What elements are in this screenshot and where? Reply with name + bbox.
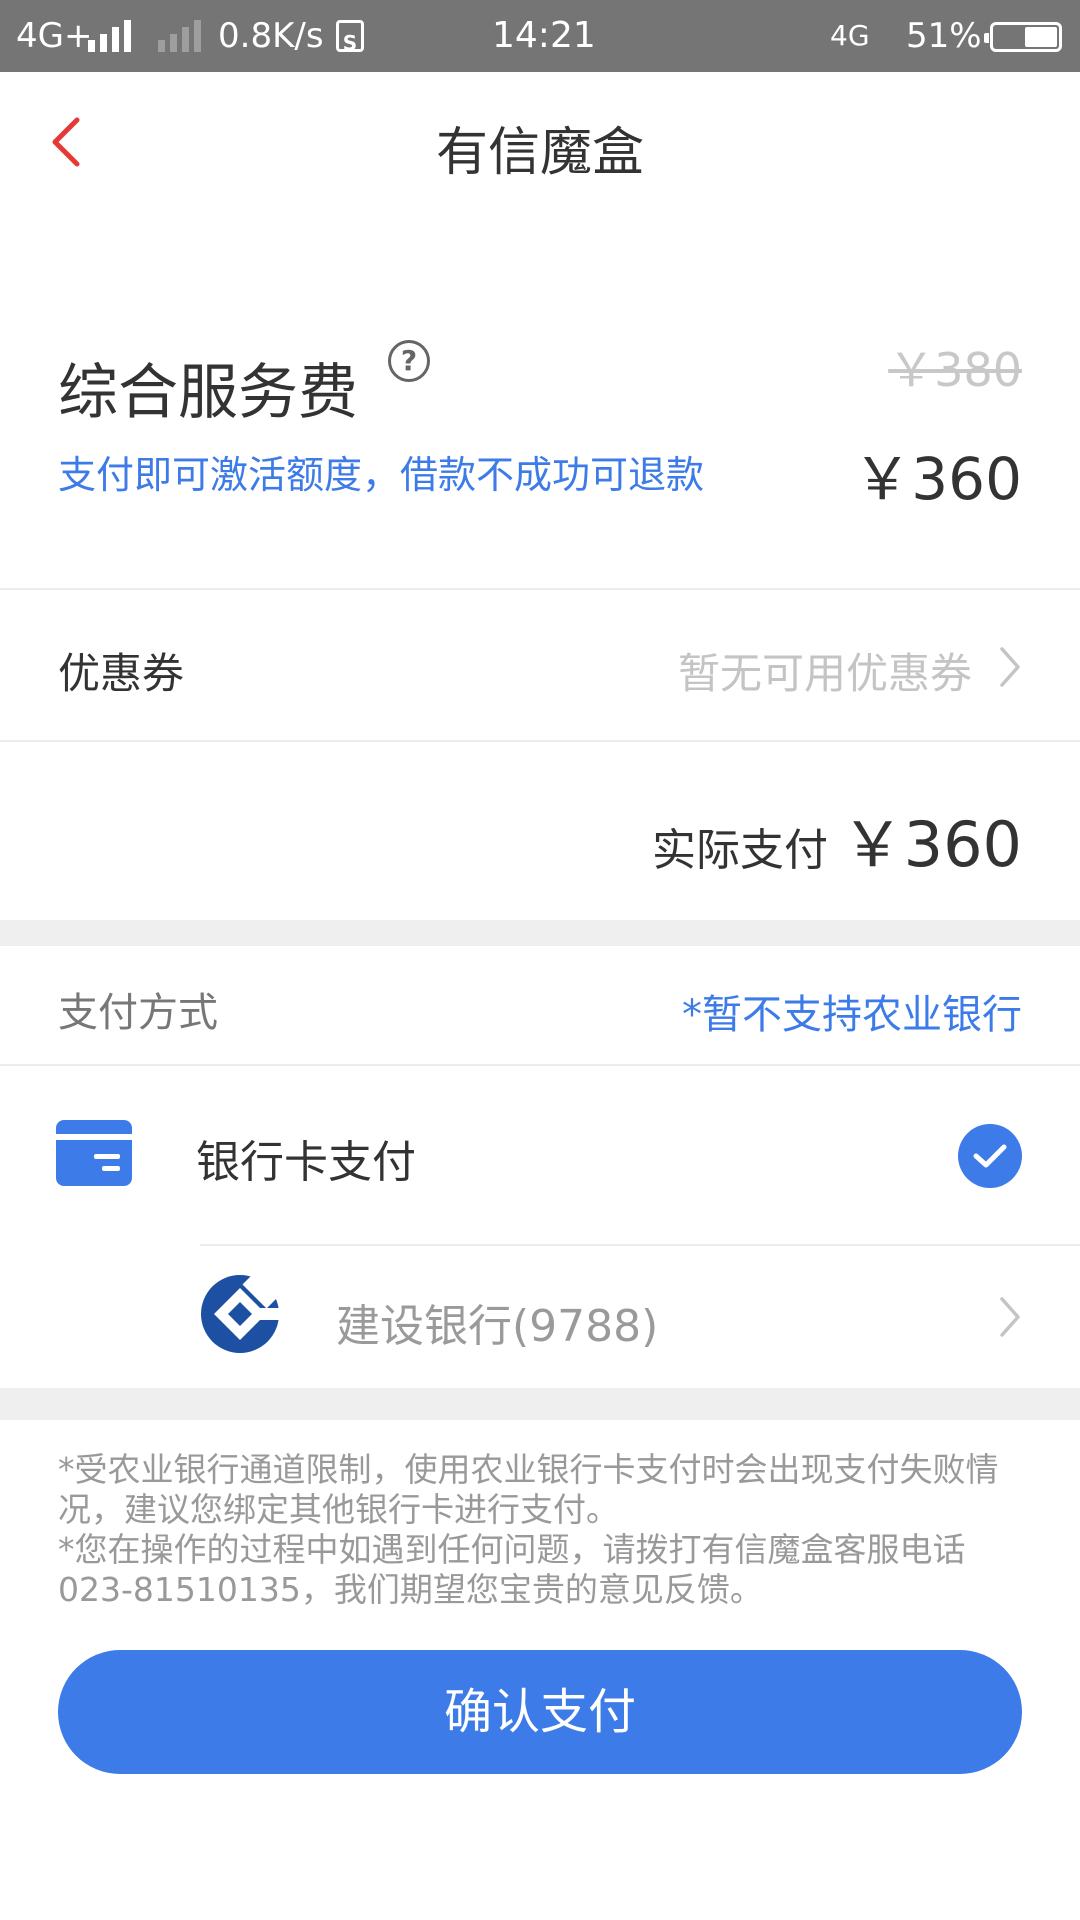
coupon-label: 优惠券 [58, 649, 185, 698]
fee-price: ￥360 [853, 445, 1022, 513]
coupon-row[interactable]: 优惠券 暂无可用优惠券 [0, 592, 1080, 742]
battery-percent: 51% [906, 16, 982, 56]
bank-account-row[interactable]: 建设银行(9788) [0, 1244, 1080, 1388]
fee-section: 综合服务费 ? ￥380 支付即可激活额度，借款不成功可退款 ￥360 [0, 214, 1080, 590]
status-bar: 4G+ 0.8K/s S 14:21 4G 51% [0, 0, 1080, 72]
ccb-bank-logo-icon [200, 1267, 284, 1354]
check-icon[interactable] [958, 1124, 1022, 1188]
coupon-value: 暂无可用优惠券 [677, 649, 972, 698]
network-type: 4G+ [16, 16, 93, 56]
page-title: 有信魔盒 [435, 123, 644, 183]
bank-card-label: 银行卡支付 [196, 1137, 416, 1188]
sim-icon: S [336, 20, 364, 55]
nav-bar: 有信魔盒 [0, 72, 1080, 214]
confirm-pay-button[interactable]: 确认支付 [58, 1650, 1022, 1774]
bank-card-option[interactable]: 银行卡支付 [0, 1068, 1080, 1244]
payment-method-label: 支付方式 [58, 990, 218, 1036]
signal-weak-icon [158, 20, 204, 61]
note-agri-bank: *受农业银行通道限制，使用农业银行卡支付时会出现支付失败情况，建议您绑定其他银行… [58, 1450, 999, 1529]
original-price: ￥380 [888, 343, 1022, 397]
actual-pay-row: 实际支付 ￥360 [0, 744, 1080, 920]
chevron-right-icon [990, 1292, 1030, 1342]
network-speed: 0.8K/s [218, 16, 324, 56]
actual-pay-price: ￥360 [841, 808, 1022, 881]
payment-method-header: 支付方式 *暂不支持农业银行 [0, 946, 1080, 1066]
section-divider [0, 1388, 1080, 1420]
divider [200, 1244, 1080, 1246]
fee-title: 综合服务费 [58, 358, 358, 428]
battery-icon [984, 22, 1062, 52]
fee-subtitle: 支付即可激活额度，借款不成功可退款 [58, 453, 705, 497]
bank-name: 建设银行(9788) [336, 1301, 659, 1352]
notes: *受农业银行通道限制，使用农业银行卡支付时会出现支付失败情况，建议您绑定其他银行… [58, 1450, 1022, 1610]
note-customer-service: *您在操作的过程中如遇到任何问题，请拨打有信魔盒客服电话023-81510135… [58, 1530, 966, 1609]
battery-fill [1025, 27, 1057, 47]
help-icon[interactable]: ? [388, 340, 430, 382]
chevron-right-icon [990, 642, 1030, 692]
bank-card-icon [56, 1120, 132, 1186]
payment-method-note: *暂不支持农业银行 [682, 992, 1022, 1038]
signal-icon [88, 20, 134, 61]
actual-pay-label: 实际支付 [652, 825, 828, 876]
clock: 14:21 [492, 15, 596, 56]
section-divider [0, 920, 1080, 946]
network-type-2: 4G [830, 19, 870, 52]
